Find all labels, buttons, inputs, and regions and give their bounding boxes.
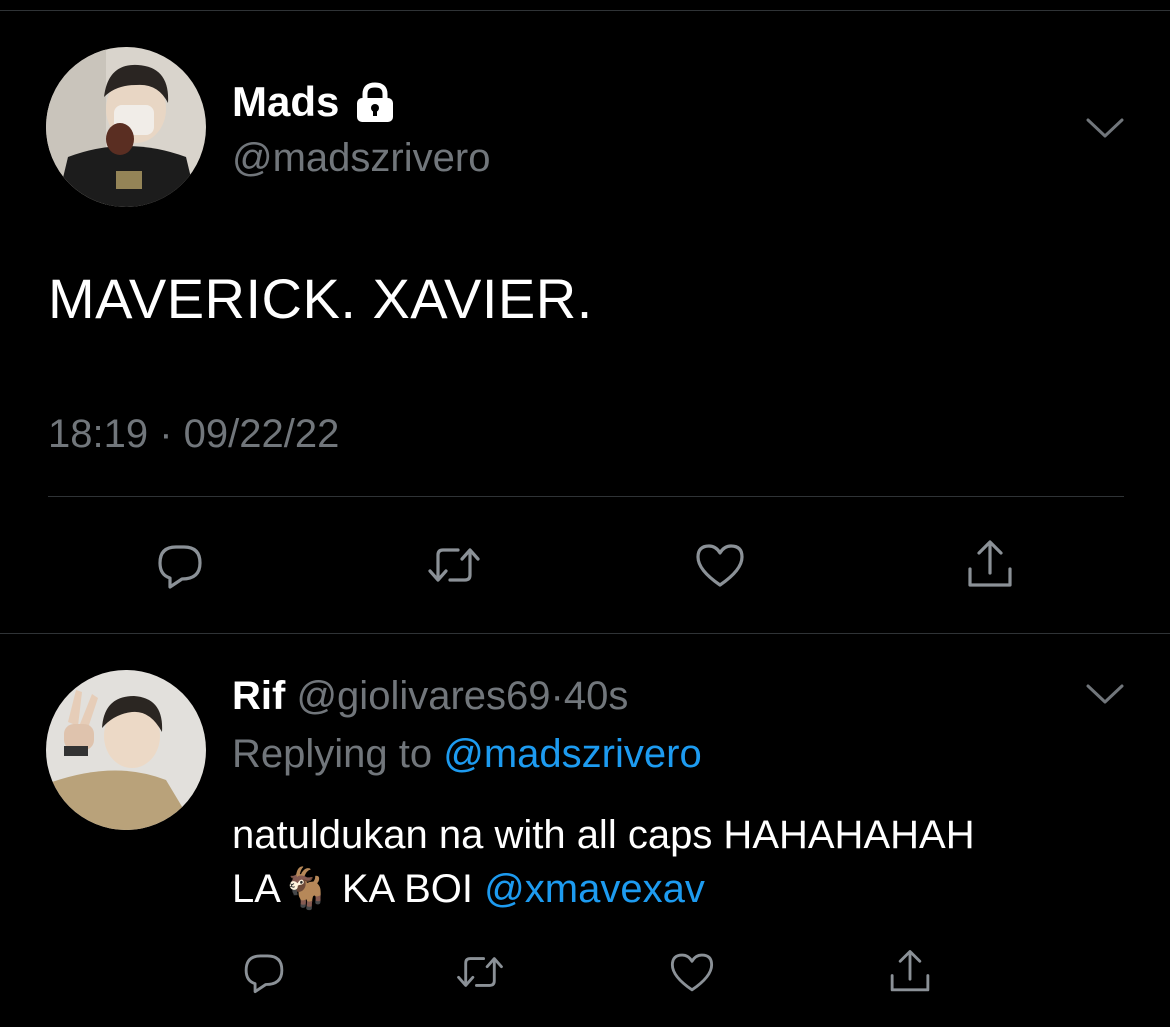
like-button[interactable] xyxy=(660,940,724,1004)
replying-to: Replying to @madszrivero xyxy=(232,730,702,778)
reply-text-segment: KA BOI xyxy=(330,867,485,911)
reply-icon xyxy=(158,545,202,589)
meta-separator: · xyxy=(550,674,564,718)
reply-text-line-2: LA🐐 KA BOI @xmavexav xyxy=(232,862,1132,916)
more-options-chevron-down-icon[interactable] xyxy=(1085,116,1125,140)
tweet-text: MAVERICK. XAVIER. xyxy=(48,267,593,330)
reply-text-line-1: natuldukan na with all caps HAHAHAHAH xyxy=(232,813,975,857)
avatar-photo xyxy=(46,670,206,830)
top-divider xyxy=(0,10,1170,11)
reply-button[interactable] xyxy=(148,533,212,597)
share-button[interactable] xyxy=(878,940,942,1004)
retweet-icon xyxy=(428,548,480,582)
reply-button[interactable] xyxy=(232,940,296,1004)
more-options-chevron-down-icon[interactable] xyxy=(1085,682,1125,706)
replying-to-handle-link[interactable]: @madszrivero xyxy=(443,732,701,776)
reply-author-avatar[interactable] xyxy=(46,670,206,830)
reply-author-handle[interactable]: @giolivares69 xyxy=(296,674,550,718)
share-button[interactable] xyxy=(958,533,1022,597)
goat-emoji: 🐐 xyxy=(280,867,331,911)
share-icon xyxy=(968,540,1012,587)
reply-icon xyxy=(244,954,284,994)
main-author-name-row[interactable]: Mads xyxy=(232,78,397,126)
retweet-icon xyxy=(457,957,503,987)
retweet-button[interactable] xyxy=(448,940,512,1004)
like-icon xyxy=(696,544,744,587)
tweet-timestamp[interactable]: 18:19 · 09/22/22 xyxy=(48,410,339,458)
divider xyxy=(48,496,1124,497)
share-icon xyxy=(890,950,930,992)
replying-prefix: Replying to xyxy=(232,732,433,776)
divider xyxy=(0,633,1170,634)
reply-age[interactable]: 40s xyxy=(564,674,629,718)
like-icon xyxy=(670,953,714,992)
main-author-name[interactable]: Mads xyxy=(232,78,339,126)
mention-link[interactable]: @xmavexav xyxy=(484,867,705,911)
main-author-avatar[interactable] xyxy=(46,47,206,207)
main-author-handle[interactable]: @madszrivero xyxy=(232,134,490,182)
lock-icon xyxy=(353,80,397,124)
avatar-photo xyxy=(46,47,206,207)
reply-author-name[interactable]: Rif xyxy=(232,674,285,718)
reply-header: Rif @giolivares69·40s xyxy=(232,672,628,720)
reply-text-segment: LA xyxy=(232,867,281,911)
retweet-button[interactable] xyxy=(422,533,486,597)
reply-text: natuldukan na with all caps HAHAHAHAH LA… xyxy=(232,808,1132,916)
like-button[interactable] xyxy=(688,533,752,597)
